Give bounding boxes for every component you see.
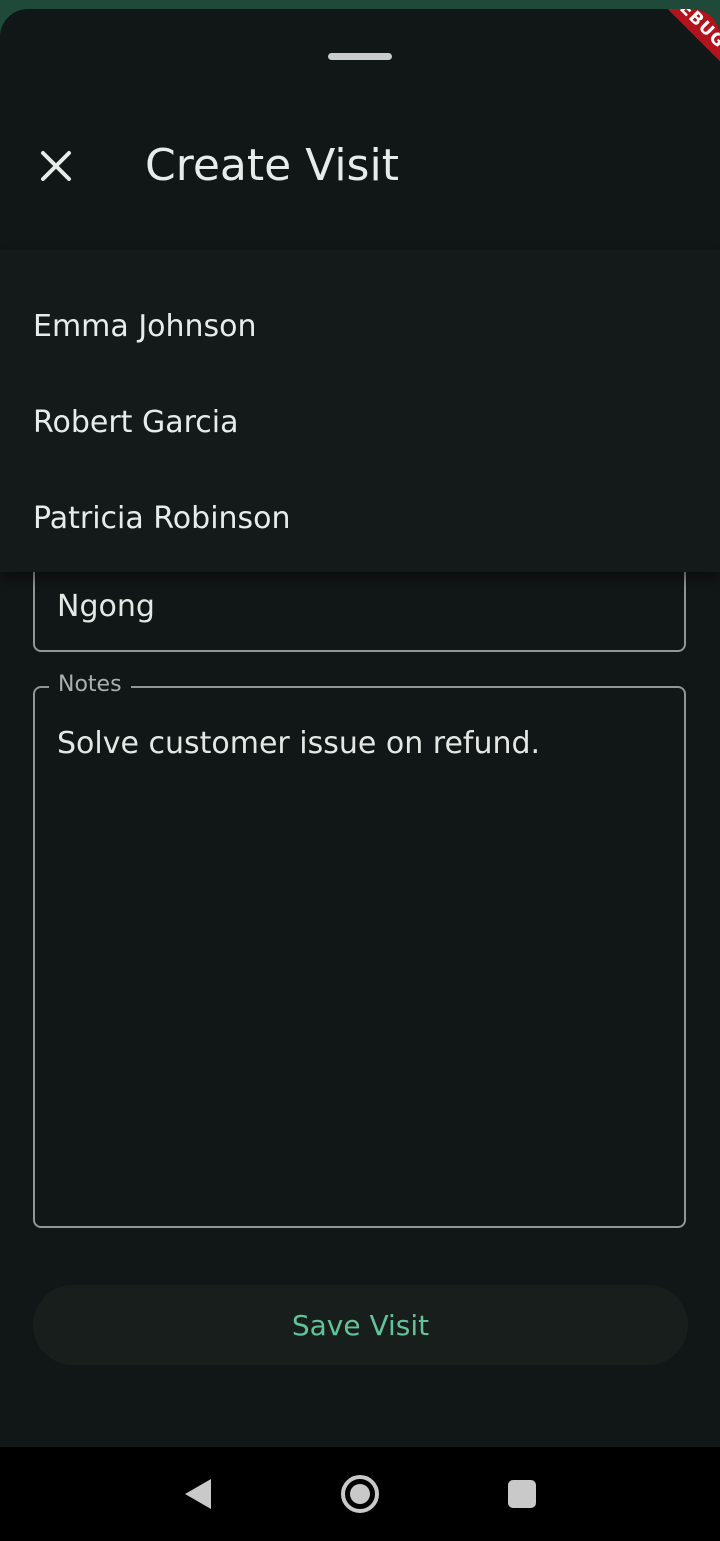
close-icon [41, 151, 71, 181]
system-navigation-bar [0, 1447, 720, 1541]
drag-handle[interactable] [328, 53, 392, 60]
dropdown-option-robert-garcia[interactable]: Robert Garcia [0, 374, 720, 470]
notes-field[interactable]: Notes Solve customer issue on refund. [33, 672, 686, 1228]
sheet-header: Create Visit [0, 114, 720, 214]
notes-value: Solve customer issue on refund. [57, 726, 541, 761]
notes-label: Notes [49, 672, 131, 697]
dropdown-option-emma-johnson[interactable]: Emma Johnson [0, 278, 720, 374]
recents-square-icon [508, 1480, 536, 1508]
location-value: Ngong [57, 589, 155, 624]
back-triangle-icon [185, 1479, 211, 1509]
page-title: Create Visit [145, 140, 399, 191]
close-button[interactable] [26, 136, 86, 196]
debug-banner: DEBUG [634, 9, 720, 83]
home-circle-icon [341, 1475, 379, 1513]
screen: DEBUG Create Visit Ngong Notes Solve cus… [0, 0, 720, 1541]
nav-home-button[interactable] [335, 1469, 385, 1519]
save-visit-button[interactable]: Save Visit [33, 1285, 688, 1365]
nav-back-button[interactable] [173, 1469, 223, 1519]
client-dropdown-menu: Emma Johnson Robert Garcia Patricia Robi… [0, 250, 720, 572]
bottom-sheet: DEBUG Create Visit Ngong Notes Solve cus… [0, 9, 720, 1447]
dropdown-option-patricia-robinson[interactable]: Patricia Robinson [0, 470, 720, 566]
nav-recents-button[interactable] [497, 1469, 547, 1519]
